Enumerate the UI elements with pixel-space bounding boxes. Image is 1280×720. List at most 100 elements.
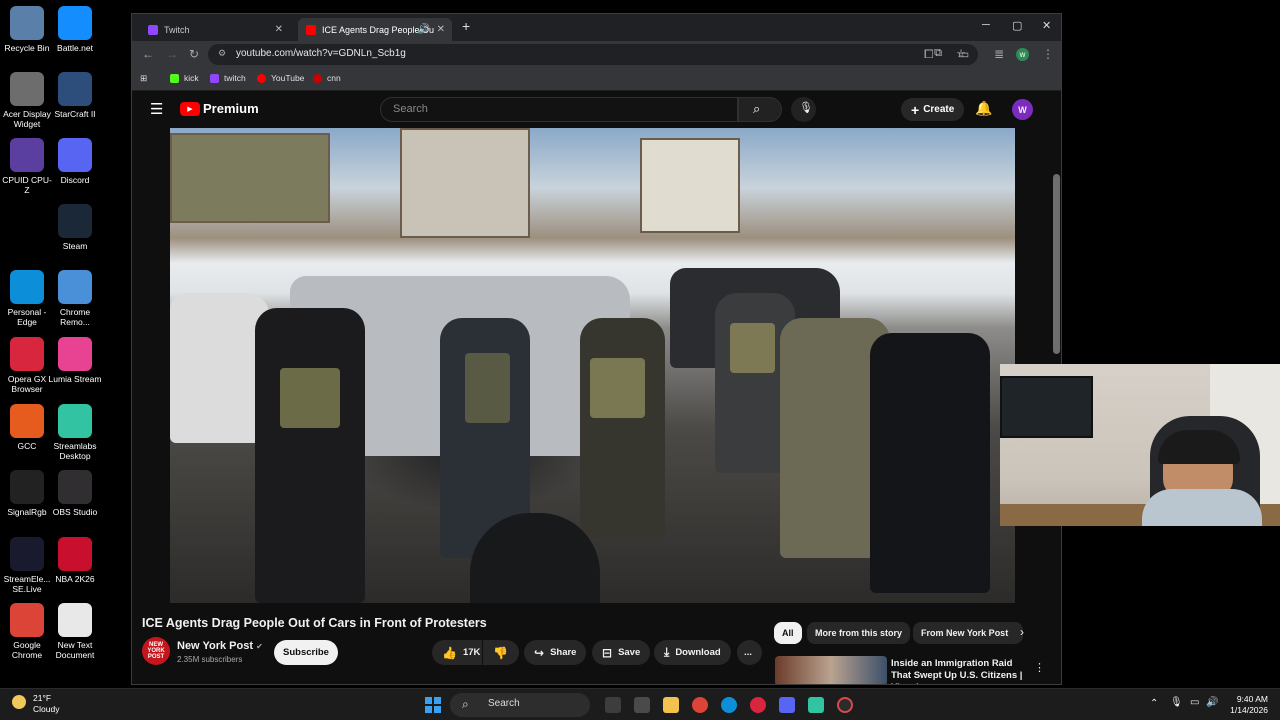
desktop-icon-acer-display-widget[interactable]: Acer Display Widget — [0, 72, 54, 129]
voice-search-button[interactable]: 🎙 — [791, 97, 816, 122]
file-explorer-icon[interactable] — [663, 697, 679, 713]
edge-icon[interactable] — [721, 697, 737, 713]
forward-icon[interactable]: → — [166, 47, 178, 61]
desktop-icon-gcc[interactable]: GCC — [0, 404, 54, 451]
desktop-icon-new-text-document[interactable]: New Text Document — [48, 603, 102, 660]
video-scene-agent — [870, 333, 990, 593]
desktop-icon-chrome-remo[interactable]: Chrome Remo... — [48, 270, 102, 327]
hamburger-menu-icon[interactable]: ☰ — [150, 100, 163, 118]
desktop-icon-lumia-stream[interactable]: Lumia Stream — [48, 337, 102, 384]
maximize-icon[interactable]: ▢ — [1012, 19, 1022, 32]
reload-icon[interactable]: ↻ — [189, 47, 199, 61]
new-tab-icon[interactable]: + — [462, 18, 470, 34]
youtube-icon — [257, 73, 266, 83]
weather-desc: Cloudy — [33, 704, 60, 714]
twitch-icon — [148, 24, 158, 35]
tray-chevron-icon[interactable]: ⌃ — [1150, 698, 1158, 709]
desktop-icon-streamele-se-live[interactable]: StreamEle... SE.Live — [0, 537, 54, 594]
desktop-icon-discord[interactable]: Discord — [48, 138, 102, 185]
recommendation-thumbnail[interactable] — [775, 656, 887, 684]
desktop-icon-nba-2k26[interactable]: NBA 2K26 — [48, 537, 102, 584]
account-avatar[interactable]: W — [1012, 99, 1033, 120]
like-button[interactable]: 👍 17K — [432, 640, 482, 665]
install-icon[interactable]: ⧉ — [934, 47, 942, 60]
close-icon[interactable]: ✕ — [275, 24, 283, 35]
weather-widget[interactable]: 21°F Cloudy — [33, 693, 59, 715]
dislike-button[interactable]: 👎 — [483, 640, 519, 665]
create-button[interactable]: + Create — [901, 98, 965, 121]
share-button[interactable]: ↪ Share — [524, 640, 587, 665]
webcam-overlay — [1000, 364, 1280, 526]
back-icon[interactable]: ← — [142, 47, 154, 61]
recommendation-title[interactable]: Inside an Immigration Raid That Swept Up… — [891, 658, 1031, 684]
tab-twitch[interactable]: Twitch ✕ — [140, 18, 290, 41]
bookmark-kick[interactable]: kick — [170, 73, 199, 83]
menu-dots-icon[interactable]: ⋮ — [1042, 47, 1054, 61]
desktop-icon-signalrgb[interactable]: SignalRgb — [0, 470, 54, 517]
channel-avatar[interactable]: NEW YORK POST — [142, 637, 170, 665]
chip-all[interactable]: All — [774, 622, 802, 644]
video-player[interactable] — [170, 128, 1015, 603]
media-icon[interactable]: ≣ — [994, 47, 1004, 61]
extensions-icon[interactable]: ⧠ — [924, 47, 934, 62]
widgets-icon[interactable] — [634, 697, 650, 713]
url-box[interactable]: ⚙ youtube.com/watch?v=GDNLn_Scb1g ⧉ ☆ — [208, 44, 978, 65]
youtube-logo[interactable]: ▶ Premium — [180, 101, 259, 116]
search-input[interactable]: Search — [380, 97, 738, 122]
minimize-icon[interactable]: ─ — [982, 19, 990, 31]
recommendation-menu-icon[interactable]: ⋮ — [1034, 661, 1045, 674]
network-icon[interactable]: ▭ — [1190, 697, 1199, 708]
bookmark-label: YouTube — [271, 73, 305, 83]
scrollbar-thumb[interactable] — [1053, 174, 1060, 354]
notifications-bell-icon[interactable]: 🔔 — [975, 100, 992, 117]
desktop-icon-cpuid-cpu-z[interactable]: CPUID CPU-Z — [0, 138, 54, 195]
video-scene-house — [400, 128, 530, 238]
chip-more-from-story[interactable]: More from this story — [807, 622, 911, 644]
streamlabs-icon[interactable] — [808, 697, 824, 713]
desktop-icon-label: Chrome Remo... — [59, 307, 91, 327]
desktop-icon-opera-gx-browser[interactable]: Opera GX Browser — [0, 337, 54, 394]
desktop-icon-google-chrome[interactable]: Google Chrome — [0, 603, 54, 660]
more-actions-button[interactable]: ... — [737, 640, 762, 665]
verified-icon: ✔ — [256, 642, 263, 651]
profile-avatar[interactable]: w — [1016, 48, 1029, 61]
bookmark-youtube[interactable]: YouTube — [257, 73, 304, 83]
desktop-icon-personal-edge[interactable]: Personal - Edge — [0, 270, 54, 327]
desktop-icon-steam[interactable]: Steam — [48, 204, 102, 251]
save-button[interactable]: ⊟ Save — [592, 640, 651, 665]
apps-icon[interactable]: ⊞ — [140, 73, 147, 84]
discord-icon[interactable] — [779, 697, 795, 713]
bookmark-twitch[interactable]: twitch — [210, 73, 246, 83]
taskbar-search[interactable]: ⌕ Search — [450, 693, 590, 717]
chrome-icon[interactable] — [692, 697, 708, 713]
chip-from-channel[interactable]: From New York Post — [913, 622, 1023, 644]
desktop-icon-battle-net[interactable]: Battle.net — [48, 6, 102, 53]
chevron-right-icon[interactable]: › — [1020, 625, 1024, 639]
start-button[interactable] — [425, 697, 441, 713]
desktop-icon-obs-studio[interactable]: OBS Studio — [48, 470, 102, 517]
subscribe-button[interactable]: Subscribe — [274, 640, 338, 665]
mic-tray-icon[interactable]: 🎙 — [1170, 697, 1183, 708]
task-view-icon[interactable] — [605, 697, 621, 713]
desktop-icon-streamlabs-desktop[interactable]: Streamlabs Desktop — [48, 404, 102, 461]
close-window-icon[interactable]: ✕ — [1042, 19, 1051, 32]
bookmark-cnn[interactable]: cnn — [313, 73, 341, 83]
speaker-icon[interactable]: 🔊 — [418, 24, 430, 35]
desktop-icon-starcraft-ii[interactable]: StarCraft II — [48, 72, 102, 119]
download-icon: ⤓ — [664, 645, 670, 659]
sidepanel-icon[interactable]: ▭ — [958, 47, 969, 61]
opera-gx-icon[interactable] — [750, 697, 766, 713]
search-button[interactable]: ⌕ — [738, 97, 782, 122]
volume-icon[interactable]: 🔊 — [1206, 697, 1218, 708]
clock[interactable]: 9:40 AM 1/14/2026 — [1220, 694, 1268, 716]
download-button[interactable]: ⤓ Download — [654, 640, 731, 665]
lumia-stream-icon — [58, 337, 92, 371]
desktop-icon-recycle-bin[interactable]: Recycle Bin — [0, 6, 54, 53]
logo-text: Premium — [203, 101, 259, 116]
obs-icon[interactable] — [837, 697, 853, 713]
channel-name[interactable]: New York Post ✔ — [177, 640, 263, 652]
close-icon[interactable]: ✕ — [437, 24, 445, 35]
youtube-header: ☰ ▶ Premium Search ⌕ 🎙 + Create 🔔 W — [132, 91, 1061, 128]
tab-youtube[interactable]: ICE Agents Drag People Ou 🔊 ✕ — [298, 18, 452, 41]
site-info-icon[interactable]: ⚙ — [218, 48, 226, 59]
